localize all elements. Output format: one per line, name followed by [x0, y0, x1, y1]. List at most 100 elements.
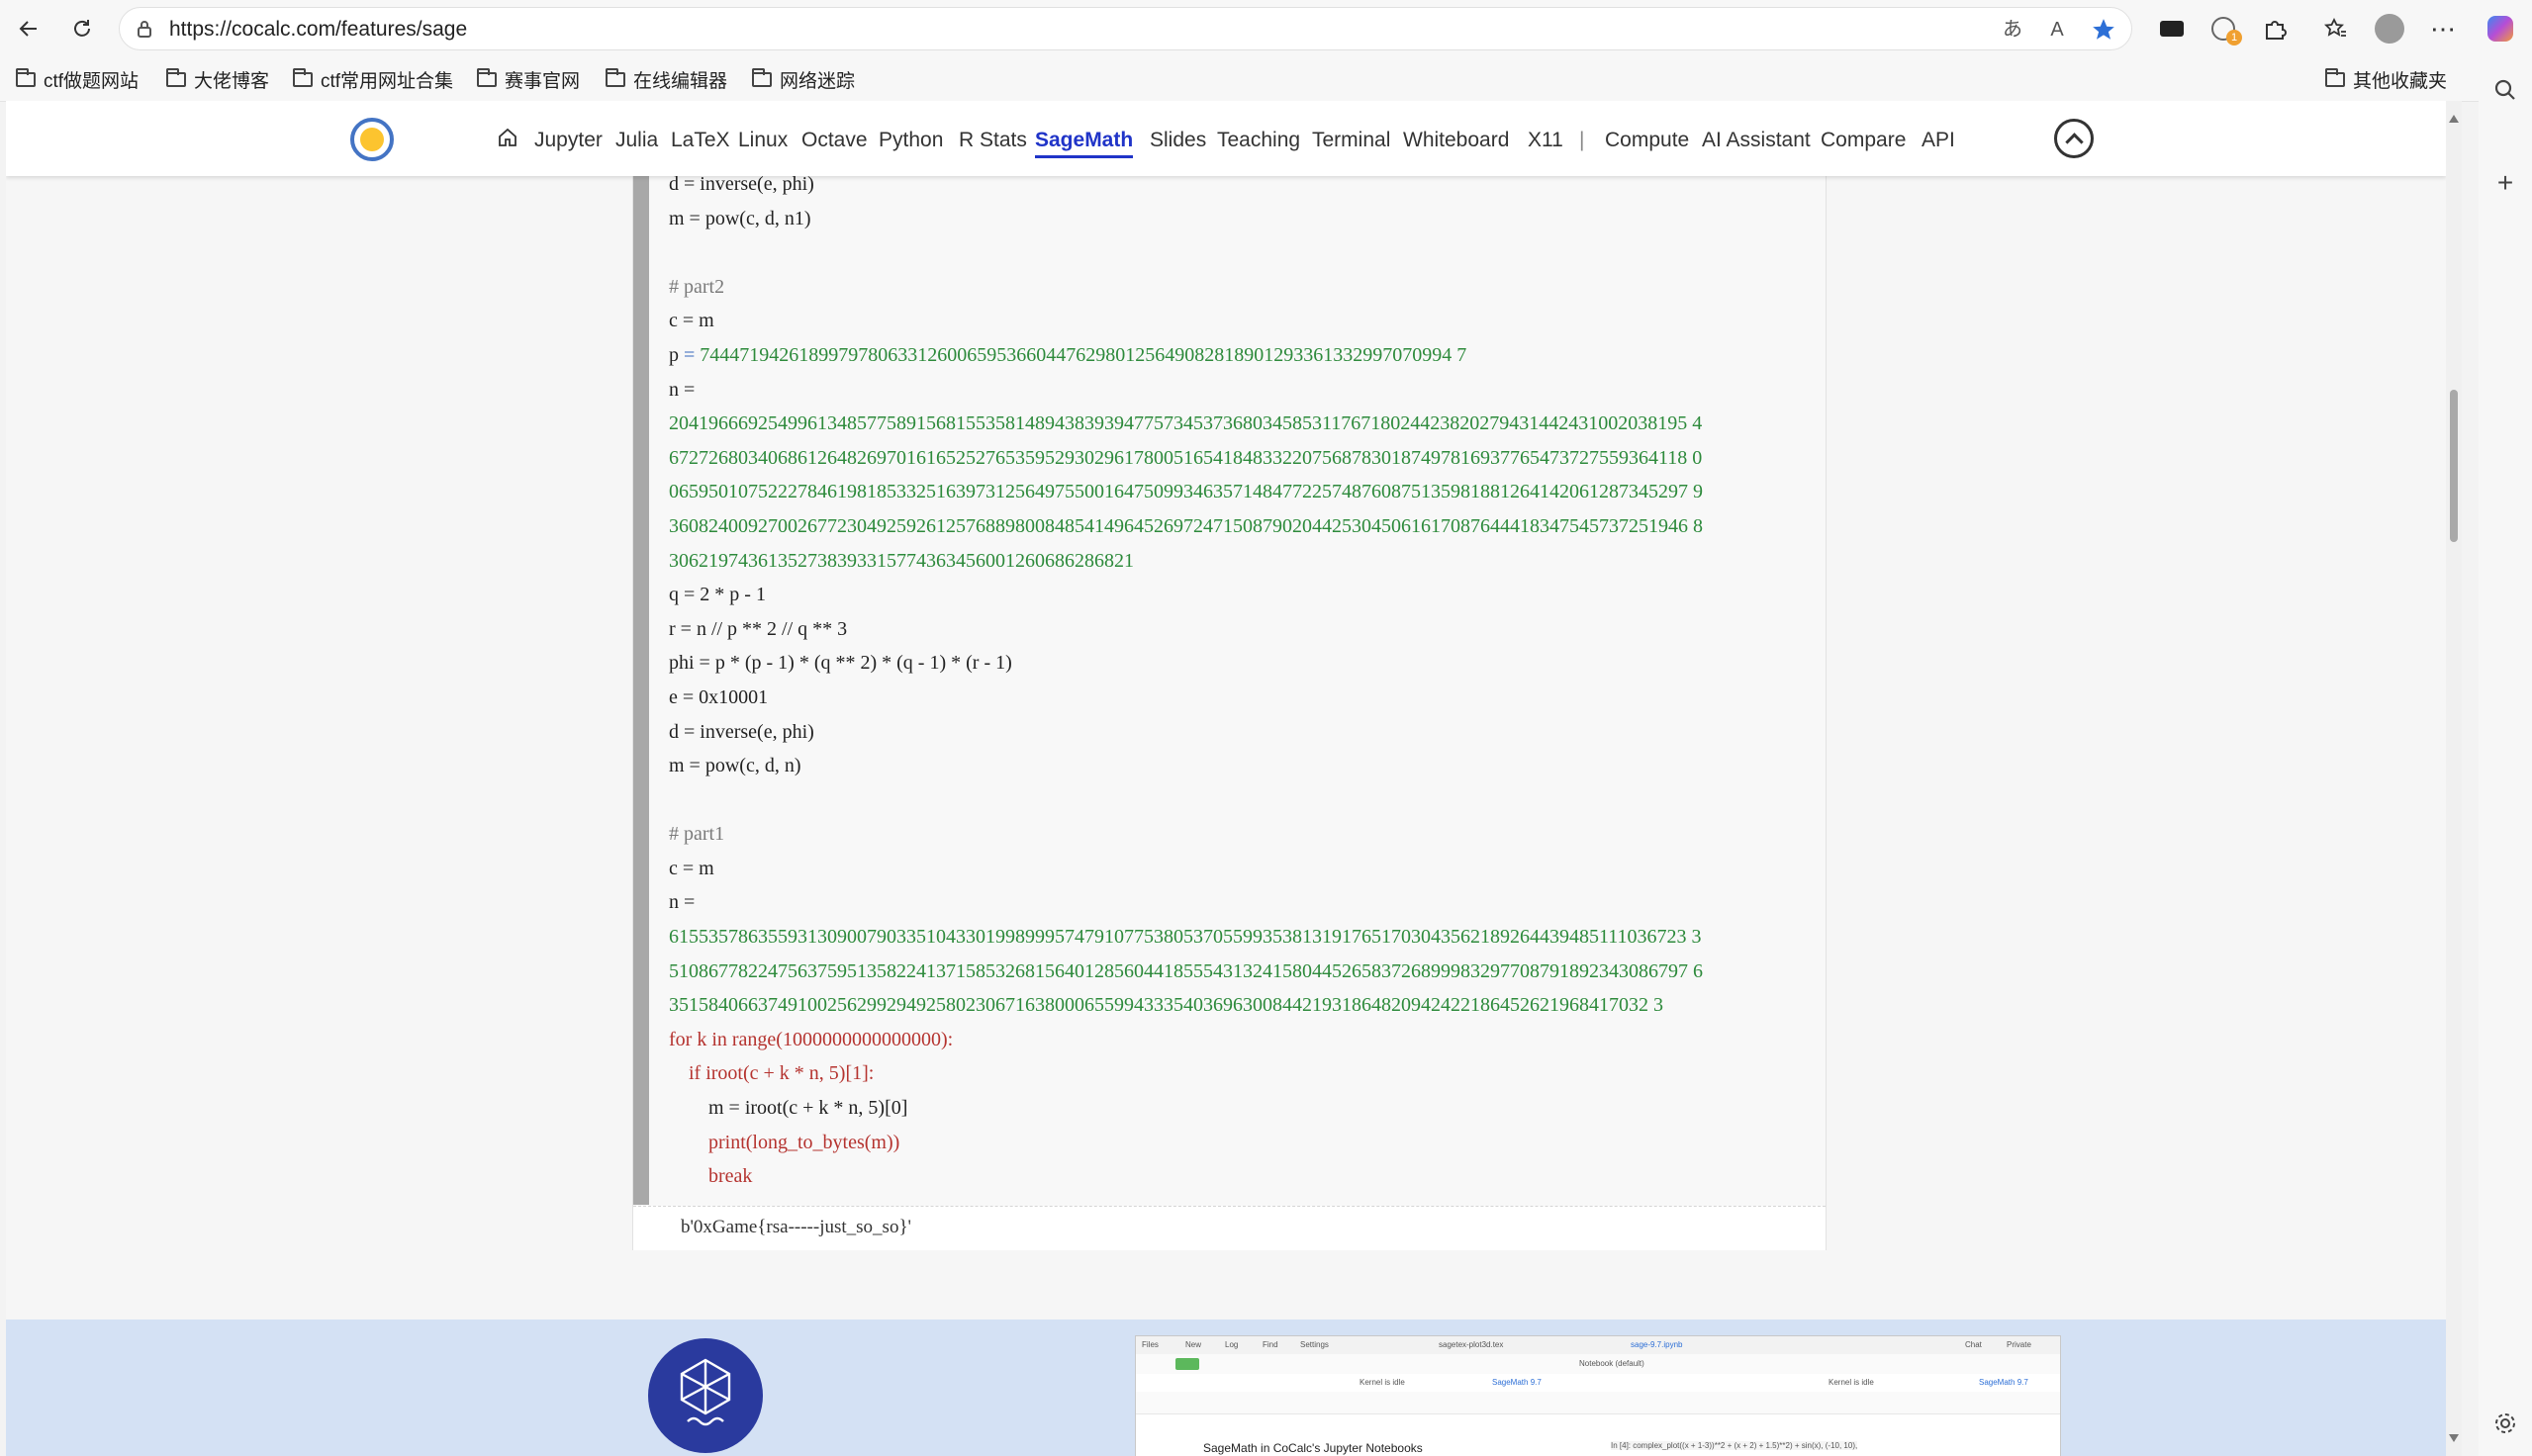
code-comment: # part1	[669, 823, 725, 846]
code-gutter	[633, 141, 649, 1205]
add-icon[interactable]: +	[2492, 169, 2518, 197]
preview-text: Kernel is idle	[1829, 1378, 1874, 1387]
preview-text: Log	[1225, 1340, 1239, 1349]
nav-linux[interactable]: Linux	[738, 129, 788, 152]
code-line: n =	[669, 378, 696, 401]
nav-teaching[interactable]: Teaching	[1217, 129, 1300, 152]
nav-terminal[interactable]: Terminal	[1312, 129, 1390, 152]
page-scrollbar[interactable]	[2446, 101, 2462, 1456]
nav-compare[interactable]: Compare	[1821, 129, 1906, 152]
preview-text: New	[1185, 1340, 1202, 1349]
folder-icon	[477, 67, 497, 87]
code-output: b'0xGame{rsa-----just_so_so}'	[681, 1217, 911, 1237]
preview-text: sage-9.7.ipynb	[1631, 1340, 1683, 1349]
folder-icon	[166, 67, 186, 87]
lock-icon[interactable]	[134, 18, 155, 40]
nav-octave[interactable]: Octave	[801, 129, 868, 152]
translate-icon[interactable]: あ	[2000, 17, 2025, 43]
scroll-down-arrow-icon[interactable]	[2449, 1434, 2459, 1442]
nav-r-stats[interactable]: R Stats	[959, 129, 1027, 152]
preview-text: Notebook (default)	[1579, 1359, 1644, 1368]
address-bar[interactable]: https://cocalc.com/features/sage あ A	[119, 7, 2132, 50]
nav-whiteboard[interactable]: Whiteboard	[1403, 129, 1509, 152]
code-number: 3608240092700267723049259261257688980084…	[669, 514, 1703, 537]
code-line: if iroot(c + k * n, 5)[1]:	[689, 1062, 875, 1085]
more-menu-icon[interactable]: ⋯	[2424, 10, 2462, 47]
nav-api[interactable]: API	[1922, 129, 1955, 152]
copilot-icon[interactable]	[2482, 10, 2519, 47]
code-number: 6727268034068612648269701616525276535952…	[669, 446, 1703, 469]
code-line: phi = p * (p - 1) * (q ** 2) * (q - 1) *…	[669, 652, 1012, 675]
preview-caption: SageMath in CoCalc's Jupyter Notebooks	[1203, 1441, 1423, 1455]
bookmark-folder[interactable]: 在线编辑器	[606, 65, 727, 93]
preview-text: Settings	[1300, 1340, 1329, 1349]
preview-text: Chat	[1965, 1340, 1982, 1349]
read-aloud-icon[interactable]: A	[2044, 17, 2070, 43]
folder-icon	[293, 67, 313, 87]
settings-gear-icon[interactable]	[2492, 1410, 2518, 1436]
home-icon[interactable]	[497, 127, 518, 153]
code-line: d = inverse(e, phi)	[669, 173, 814, 195]
bookmark-folder[interactable]: 赛事官网	[477, 65, 580, 93]
bookmark-folder[interactable]: ctf常用网址合集	[293, 65, 453, 93]
scroll-thumb[interactable]	[2450, 390, 2458, 542]
code-number: 5108677822475637595135822413715853268156…	[669, 959, 1703, 982]
code-line: m = iroot(c + k * n, 5)[0]	[708, 1097, 908, 1120]
nav-compute[interactable]: Compute	[1605, 129, 1689, 152]
bookmark-folder[interactable]: 大佬博客	[166, 65, 269, 93]
scroll-up-arrow-icon[interactable]	[2449, 115, 2459, 123]
edge-sidebar: +	[2479, 57, 2532, 1456]
notebook-preview-image: Files New Log Find Settings sagetex-plot…	[1135, 1335, 2061, 1456]
site-nav: Jupyter Julia LaTeX Linux Octave Python …	[6, 101, 2446, 176]
folder-icon	[606, 67, 625, 87]
code-line: q = 2 * p - 1	[669, 584, 766, 606]
sagemath-logo	[648, 1338, 763, 1453]
folder-icon	[2325, 67, 2345, 87]
nav-separator: |	[1579, 129, 1585, 151]
preview-text: sagetex-plot3d.tex	[1439, 1340, 1504, 1349]
nav-slides[interactable]: Slides	[1150, 129, 1206, 152]
nav-ai-assistant[interactable]: AI Assistant	[1702, 129, 1811, 152]
cocalc-logo[interactable]	[350, 118, 394, 161]
folder-icon	[16, 67, 36, 87]
nav-julia[interactable]: Julia	[615, 129, 658, 152]
nav-jupyter[interactable]: Jupyter	[534, 129, 603, 152]
preview-run-button	[1175, 1358, 1199, 1370]
favorites-icon[interactable]	[2317, 10, 2355, 47]
bookmark-folder[interactable]: 网络迷踪	[752, 65, 855, 93]
code-block: d = inverse(e, phi) m = pow(c, d, n1) # …	[669, 167, 1703, 1194]
code-number: 0659501075222784619818533251639731256497…	[669, 481, 1703, 503]
code-number: 7444719426189979780633126006595366044762…	[700, 343, 1467, 366]
extensions-puzzle-icon[interactable]	[2256, 10, 2294, 47]
code-line: m = pow(c, d, n1)	[669, 207, 811, 229]
bookmark-label: 其他收藏夹	[2353, 70, 2448, 92]
code-line: r = n // p ** 2 // q ** 3	[669, 617, 848, 640]
reload-icon[interactable]	[63, 10, 101, 47]
bookmark-folder[interactable]: ctf做题网站	[16, 65, 139, 93]
bookmark-label: ctf常用网址合集	[321, 70, 454, 92]
back-icon[interactable]	[10, 10, 47, 47]
code-line: print(long_to_bytes(m))	[708, 1131, 900, 1153]
code-number: 3062197436135273839331577436345600126068…	[669, 549, 1134, 572]
nav-x11[interactable]: X11	[1528, 129, 1563, 152]
markdown-extension-icon[interactable]	[2153, 10, 2191, 47]
nav-latex[interactable]: LaTeX	[671, 129, 730, 152]
url-text[interactable]: https://cocalc.com/features/sage	[169, 18, 467, 42]
scroll-top-button[interactable]	[2054, 119, 2094, 158]
nav-python[interactable]: Python	[879, 129, 943, 152]
preview-text: In [4]: complex_plot((x + 1-3))**2 + (x …	[1611, 1441, 1858, 1450]
search-icon[interactable]	[2492, 77, 2518, 103]
extension-badge-icon[interactable]: 1	[2204, 10, 2242, 47]
code-line: for k in range(1000000000000000):	[669, 1028, 954, 1050]
preview-text: Private	[2007, 1340, 2031, 1349]
profile-avatar[interactable]	[2371, 10, 2408, 47]
nav-sagemath[interactable]: SageMath	[1035, 129, 1134, 158]
favorite-star-icon[interactable]	[2091, 17, 2116, 43]
preview-text: SageMath 9.7	[1979, 1378, 2028, 1387]
sage-feature-section: Files New Log Find Settings sagetex-plot…	[6, 1320, 2446, 1456]
code-number: 3515840663749100256299294925802306716380…	[669, 994, 1663, 1017]
other-bookmarks-folder[interactable]: 其他收藏夹	[2325, 65, 2447, 93]
bookmarks-bar: ctf做题网站 大佬博客 ctf常用网址合集 赛事官网 在线编辑器 网络迷踪 其…	[0, 57, 2532, 102]
code-line: n =	[669, 891, 696, 914]
web-page: d = inverse(e, phi) m = pow(c, d, n1) # …	[6, 101, 2446, 1456]
